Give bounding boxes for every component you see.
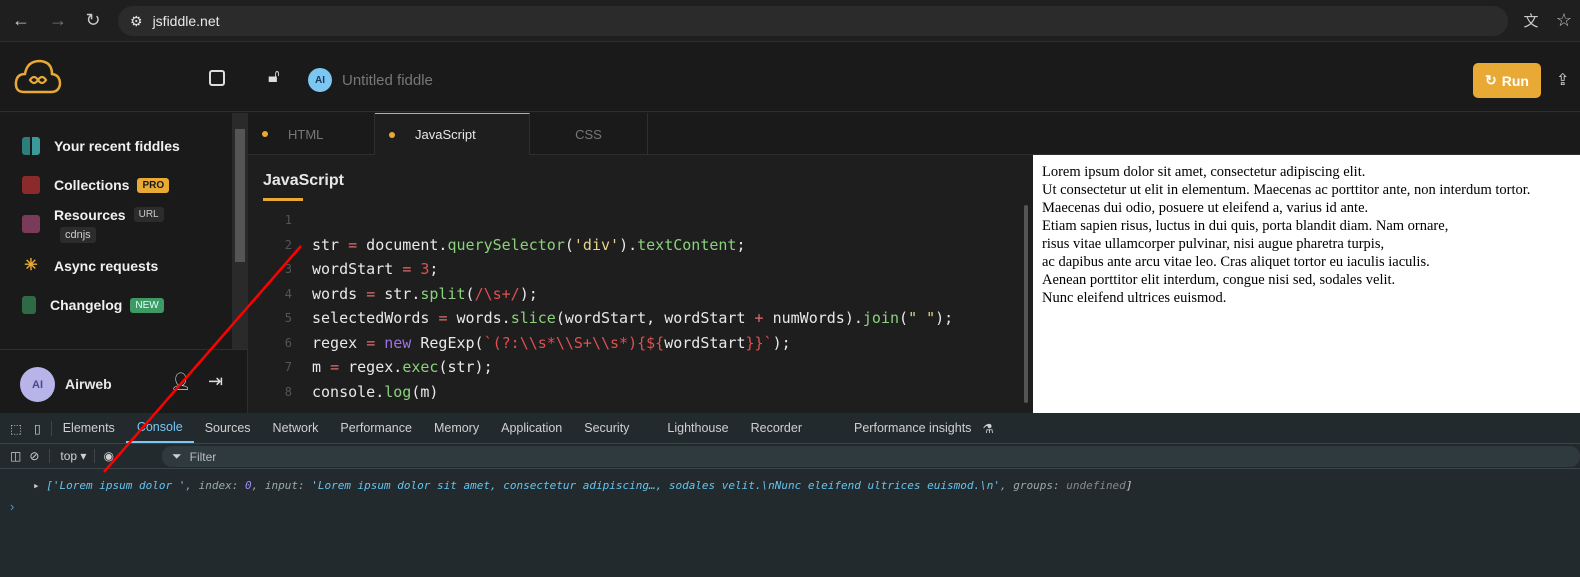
fiddle-title[interactable]: Untitled fiddle [342,72,433,89]
sidebar-scrollbar[interactable] [232,113,248,349]
editor-scrollbar[interactable] [1024,205,1028,403]
logout-icon[interactable]: ⇥ [208,371,223,392]
document-icon [22,296,36,314]
editor-title: JavaScript [263,172,344,189]
app-header: 🔓︎ AI Untitled fiddle ↻ Run ⇪ [0,42,1580,112]
bookmark-star-icon[interactable]: ☆ [1553,10,1575,31]
url-badge: URL [133,207,164,222]
inspect-icon[interactable]: ⬚ [0,421,26,436]
lock-icon[interactable]: 🔓︎ [268,66,280,87]
new-badge: NEW [130,297,164,313]
sidebar-toggle-icon[interactable]: ◫ [0,449,29,463]
tab-network[interactable]: Network [262,421,330,435]
forward-icon[interactable]: → [47,10,69,31]
js-editor[interactable]: JavaScript 12345678 str = document.query… [248,155,1033,413]
tab-application[interactable]: Application [490,421,573,435]
tab-javascript[interactable]: JavaScript [375,113,530,155]
grid-icon [22,137,40,155]
tab-security[interactable]: Security [573,421,640,435]
back-icon[interactable]: ← [10,10,32,31]
fiddle-avatar: AI [308,68,332,92]
filter-icon: ⏷ [172,449,182,463]
address-bar[interactable]: ⚙ jsfiddle.net [118,6,1508,36]
filter-input[interactable]: ⏷ Filter [162,446,1580,467]
tab-performance[interactable]: Performance [329,421,423,435]
translate-icon[interactable]: 文 [1520,10,1542,31]
spinner-icon: ✳ [24,257,38,274]
sidebar-item-recent-fiddles[interactable]: Your recent fiddles [22,137,180,155]
console-log-entry[interactable]: ▸ ['Lorem ipsum dolor ', index: 0, input… [33,479,1132,492]
profile-icon[interactable]: 👤︎ [170,372,192,392]
sidebar-item-async-requests[interactable]: ✳ Async requests [22,257,158,275]
cdnjs-badge[interactable]: cdnjs [60,227,96,243]
console-prompt[interactable]: › [10,499,14,514]
tab-recorder[interactable]: Recorder [740,421,813,435]
tab-console[interactable]: Console [125,413,194,443]
sidebar-item-collections[interactable]: Collections PRO [22,176,170,194]
sidebar: Your recent fiddles Collections PRO Resou… [0,113,248,413]
editor-tabs: HTML JavaScript CSS [248,113,1580,155]
run-button[interactable]: ↻ Run [1473,63,1541,98]
tab-memory[interactable]: Memory [423,421,490,435]
live-expression-icon[interactable]: ◉ [95,449,113,463]
tab-css[interactable]: CSS [530,113,648,155]
scrollbar-thumb[interactable] [235,129,245,262]
reload-icon[interactable]: ↻ [82,10,104,31]
bag-icon [22,176,40,194]
site-settings-icon[interactable]: ⚙ [130,13,143,30]
tab-html[interactable]: HTML [248,113,375,155]
line-numbers: 12345678 [284,213,292,399]
tab-performance-insights[interactable]: Performance insights [843,421,982,435]
devtools: ⬚ ▯ Elements Console Sources Network Perf… [0,413,1580,577]
flask-icon: ⚗ [982,421,994,436]
user-name: Airweb [65,376,112,392]
file-icon [22,215,40,233]
device-toggle-icon[interactable]: ▯ [26,420,52,436]
code-content[interactable]: str = document.querySelector('div').text… [312,208,953,429]
context-select[interactable]: top ▾ [50,449,96,463]
pro-badge: PRO [137,177,170,193]
clear-console-icon[interactable]: ⊘ [29,449,51,463]
url-text: jsfiddle.net [152,13,220,29]
console-toolbar: ◫ ⊘ top ▾ ◉ ⏷ Filter [0,444,1580,469]
tab-lighthouse[interactable]: Lighthouse [656,421,739,435]
user-avatar[interactable]: AI [20,367,55,402]
devtools-tabs: ⬚ ▯ Elements Console Sources Network Perf… [0,413,1580,444]
tab-elements[interactable]: Elements [52,421,126,435]
browser-toolbar: ← → ↻ ⚙ jsfiddle.net 文 ☆ [0,0,1580,42]
result-pane: Lorem ipsum dolor sit amet, consectetur … [1033,155,1580,413]
jsfiddle-logo[interactable] [14,58,62,96]
tab-sources[interactable]: Sources [194,421,262,435]
sidebar-item-changelog[interactable]: Changelog NEW [22,296,164,314]
expand-arrow-icon: ▸ [33,479,47,492]
toggle-sidebar-icon[interactable] [209,70,225,86]
upload-icon[interactable]: ⇪ [1556,70,1569,90]
run-icon: ↻ [1485,72,1497,88]
